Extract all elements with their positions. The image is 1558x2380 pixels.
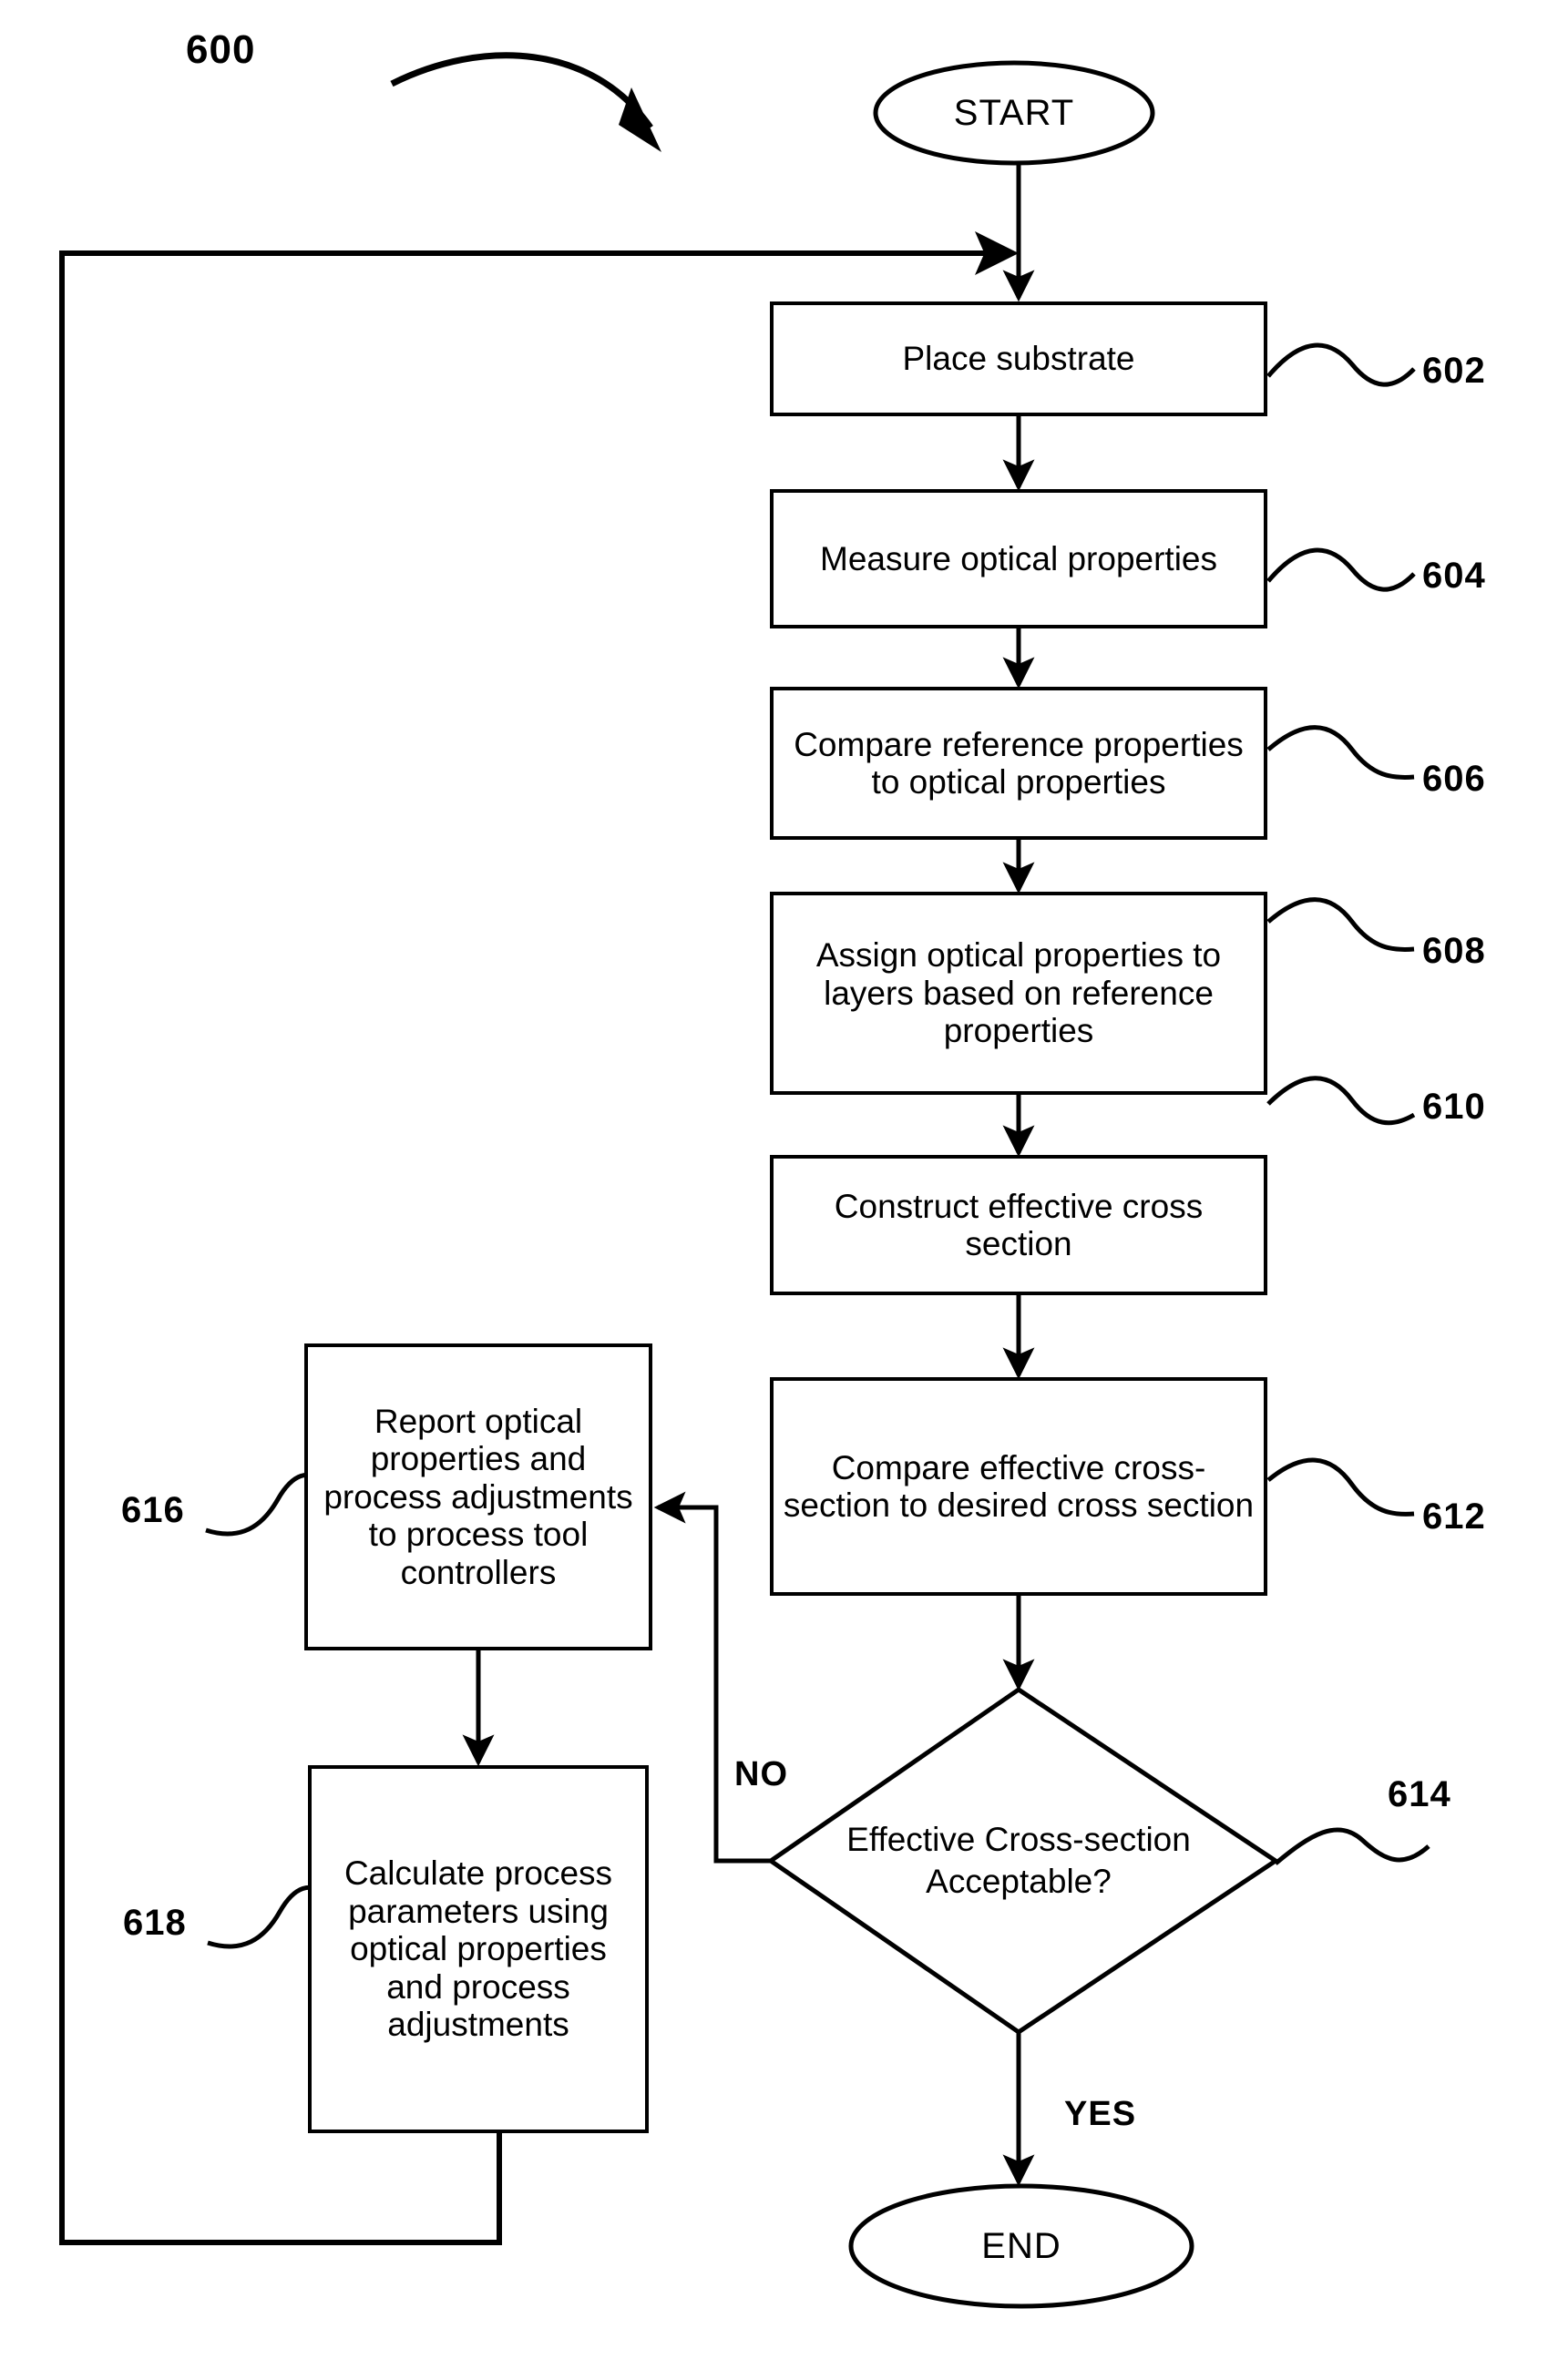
ref-number-606: 606 [1422, 759, 1486, 799]
end-node-label: END [981, 2225, 1061, 2266]
leader-614 [1274, 1827, 1430, 1865]
flowchart-figure: 600 START END Place substrate Measure op… [0, 0, 1558, 2380]
process-box-608-label: Assign optical properties to layers base… [815, 936, 1222, 1050]
process-box-602-label: Place substrate [902, 340, 1135, 378]
leader-606 [1266, 725, 1415, 780]
branch-label-yes: YES [1064, 2095, 1137, 2133]
ref-number-602: 602 [1422, 351, 1486, 391]
ref-number-604: 604 [1422, 556, 1486, 596]
ref-number-608: 608 [1422, 931, 1486, 971]
process-box-608[interactable]: Assign optical properties to layers base… [770, 892, 1267, 1095]
ref-number-616: 616 [121, 1490, 185, 1530]
process-box-616[interactable]: Report optical properties and process ad… [304, 1343, 652, 1650]
start-node-label: START [953, 92, 1075, 133]
process-box-618[interactable]: Calculate process parameters using optic… [308, 1765, 649, 2133]
process-box-618-label: Calculate process parameters using optic… [343, 1854, 613, 2044]
leader-612 [1266, 1457, 1415, 1517]
process-box-610[interactable]: Construct effective cross section [770, 1155, 1267, 1295]
ref-number-614: 614 [1388, 1774, 1451, 1814]
leader-602 [1266, 342, 1416, 387]
branch-label-no: NO [734, 1755, 788, 1793]
decision-box-614-label: Effective Cross-section Acceptable? [846, 1820, 1191, 1900]
process-box-612[interactable]: Compare effective cross-section to desir… [770, 1377, 1267, 1596]
process-box-606[interactable]: Compare reference properties to optical … [770, 687, 1267, 840]
process-box-612-label: Compare effective cross-section to desir… [783, 1448, 1255, 1524]
ref-number-612: 612 [1422, 1496, 1486, 1537]
process-box-604-label: Measure optical properties [820, 539, 1217, 577]
process-box-610-label: Construct effective cross section [834, 1187, 1204, 1262]
process-box-604[interactable]: Measure optical properties [770, 489, 1267, 628]
leader-610 [1266, 1076, 1416, 1126]
ref-number-618: 618 [123, 1903, 187, 1943]
process-box-606-label: Compare reference properties to optical … [794, 725, 1244, 801]
leader-608 [1266, 897, 1415, 952]
figure-number: 600 [186, 27, 256, 72]
process-box-616-label: Report optical properties and process ad… [323, 1402, 633, 1591]
process-box-602[interactable]: Place substrate [770, 301, 1267, 416]
edge-614-no-to-616 [653, 1491, 771, 1864]
figure-number-leader [390, 52, 661, 152]
ref-number-610: 610 [1422, 1087, 1486, 1127]
leader-604 [1266, 547, 1416, 592]
